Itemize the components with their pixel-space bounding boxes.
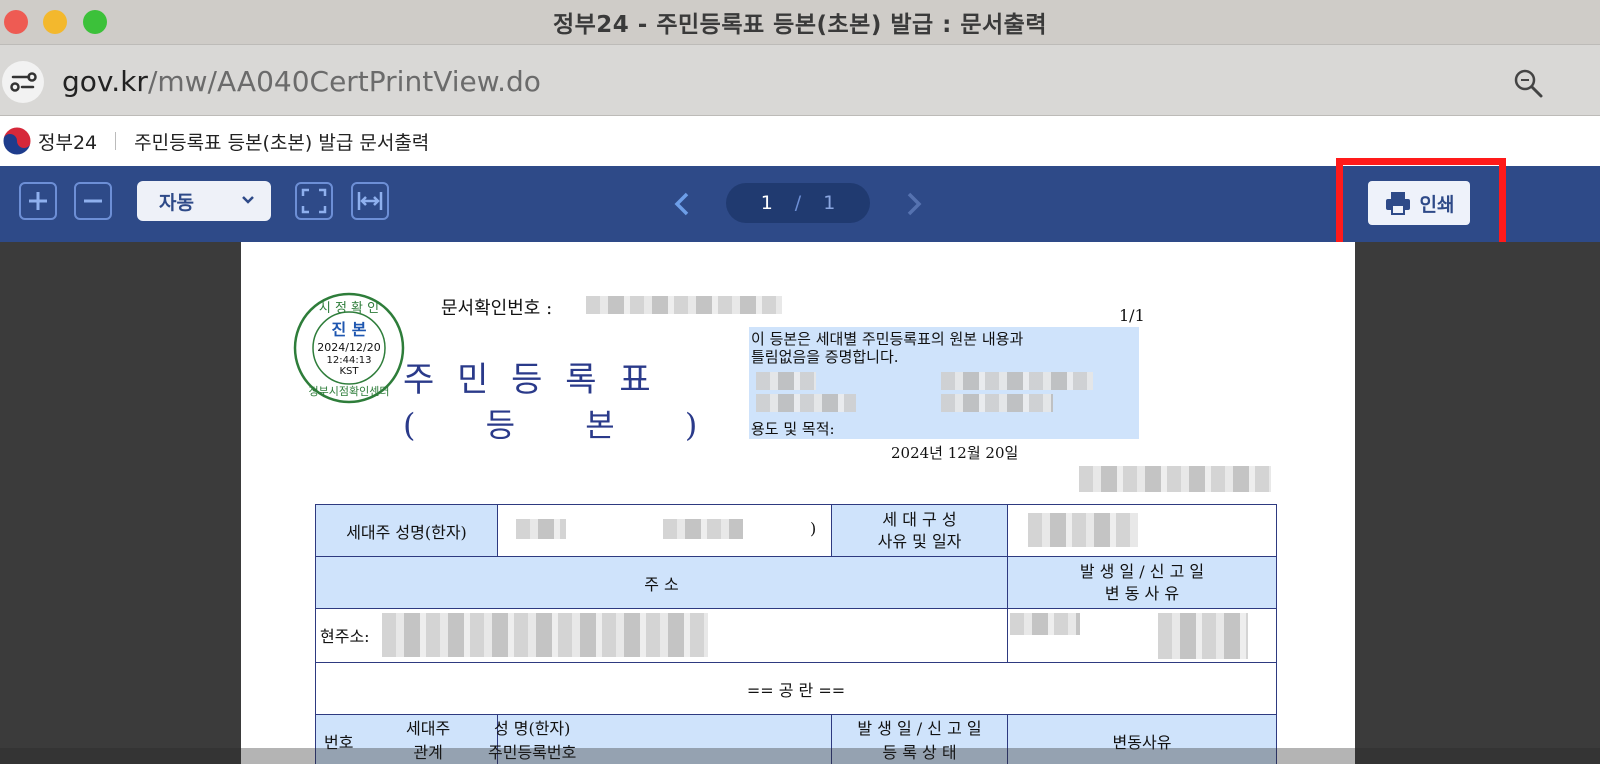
zoom-in-button[interactable] [19, 182, 57, 220]
document-page: 시 정 확 인 진 본 2024/12/20 12:44:13 KST 정부시점… [241, 242, 1355, 764]
date-header-1: 발 생 일 / 신 고 일 [1079, 561, 1205, 581]
current-address-label: 현주소: [320, 627, 370, 646]
name-close-paren: ) [810, 519, 817, 538]
stamp-top-text: 시 정 확 인 [319, 301, 379, 316]
window-maximize-button[interactable] [83, 10, 107, 34]
page-indicator[interactable]: 1 / 1 [726, 183, 870, 223]
redacted-field [756, 394, 856, 412]
head-name-value-cell: ) [497, 504, 832, 557]
redacted-reason [1158, 613, 1248, 659]
redacted-address [382, 613, 708, 657]
zoom-select-value: 자동 [159, 191, 194, 214]
page-number: 1/1 [1119, 306, 1145, 325]
page-title: 주민등록표 등본(초본) 발급 문서출력 [134, 131, 430, 154]
composition-label-cell: 세 대 구 성 사유 및 일자 [831, 504, 1008, 557]
head-name-label-cell: 세대주 성명(한자) [315, 504, 498, 557]
zoom-out-button[interactable] [74, 182, 112, 220]
head-name-label: 세대주 성명(한자) [346, 522, 467, 542]
viewer-bottom-shade [0, 748, 1600, 764]
zoom-select[interactable]: 자동 [137, 181, 271, 221]
composition-label-2: 사유 및 일자 [877, 531, 962, 551]
window-titlebar: 정부24 - 주민등록표 등본(초본) 발급 : 문서출력 [0, 0, 1600, 44]
blank-row-text: == 공 란 == [746, 680, 846, 700]
current-page: 1 [760, 192, 773, 214]
address-header-cell: 주 소 [315, 556, 1008, 609]
previous-page-button[interactable] [668, 188, 698, 220]
redacted-date [1010, 613, 1080, 635]
certification-line-2: 틀림없음을 증명합니다. [751, 348, 899, 366]
redacted-field [941, 372, 1093, 390]
total-pages: 1 [823, 192, 836, 214]
minus-icon [84, 199, 102, 203]
fit-width-icon [357, 192, 383, 210]
redacted-field [941, 394, 1053, 412]
page-zoom-button[interactable] [1510, 65, 1546, 101]
col-name-1: 성 명(한자) [493, 719, 571, 738]
document-subtitle: ( 등 본 ) [403, 406, 698, 444]
magnifier-icon [1514, 69, 1543, 98]
current-address-date-cell [1007, 608, 1277, 663]
current-address-cell: 현주소: [315, 608, 1008, 663]
col-date-1: 발 생 일 / 신 고 일 [857, 718, 982, 738]
redacted-issuer [1079, 466, 1271, 492]
address-bar: gov.kr/mw/AA040CertPrintView.do [0, 44, 1600, 116]
blank-row-cell: == 공 란 == [315, 662, 1277, 715]
page-separator: / [794, 192, 802, 214]
composition-value-cell [1007, 504, 1277, 557]
site-settings-button[interactable] [2, 61, 44, 103]
redacted-field [756, 372, 816, 390]
redacted-name-hanja [663, 519, 743, 539]
address-header: 주 소 [644, 574, 679, 594]
stamp-main-text: 진 본 [331, 320, 366, 339]
date-header-2: 변 동 사 유 [1104, 583, 1180, 603]
window-minimize-button[interactable] [43, 10, 67, 34]
site-brand[interactable]: 정부24 [38, 128, 97, 155]
fit-page-icon [301, 188, 327, 214]
fit-page-button[interactable] [295, 182, 333, 220]
date-header-cell: 발 생 일 / 신 고 일변 동 사 유 [1007, 556, 1277, 609]
purpose-label: 용도 및 목적: [751, 420, 835, 438]
redacted-name [516, 519, 566, 539]
url-path: /mw/AA040CertPrintView.do [147, 65, 541, 98]
print-button-highlight [1336, 158, 1506, 254]
stamp-date: 2024/12/20 [317, 341, 380, 354]
fit-width-button[interactable] [351, 182, 389, 220]
government-logo-icon [2, 126, 32, 156]
next-page-button[interactable] [898, 188, 928, 220]
chevron-down-icon [242, 196, 254, 204]
stamp-bottom-text: 정부시점확인센터 [309, 385, 390, 398]
stamp-time: 12:44:13 [327, 355, 372, 366]
doc-number-label: 문서확인번호 : [441, 298, 553, 319]
registration-table: 세대주 성명(한자) ) 세 대 구 성 사유 및 일자 주 소 발 생 일 / … [315, 504, 1277, 764]
window-title: 정부24 - 주민등록표 등본(초본) 발급 : 문서출력 [552, 12, 1048, 38]
composition-label-1: 세 대 구 성 [882, 509, 957, 529]
authentication-stamp: 시 정 확 인 진 본 2024/12/20 12:44:13 KST 정부시점… [293, 292, 405, 404]
site-settings-icon [10, 72, 37, 92]
col-relation-1: 세대주 [406, 719, 451, 738]
redacted-composition [1028, 513, 1138, 547]
header-divider [115, 132, 117, 150]
window-close-button[interactable] [4, 10, 28, 34]
doc-number-redacted [586, 296, 782, 314]
url-domain: gov.kr [62, 65, 148, 98]
stamp-timezone: KST [339, 366, 359, 377]
url-field[interactable]: gov.kr/mw/AA040CertPrintView.do [62, 65, 541, 98]
document-title: 주 민 등 록 표 [403, 360, 657, 400]
plus-icon [29, 192, 47, 210]
issue-date: 2024년 12월 20일 [891, 444, 1019, 462]
chevron-right-icon [907, 192, 922, 216]
chevron-left-icon [674, 192, 689, 216]
